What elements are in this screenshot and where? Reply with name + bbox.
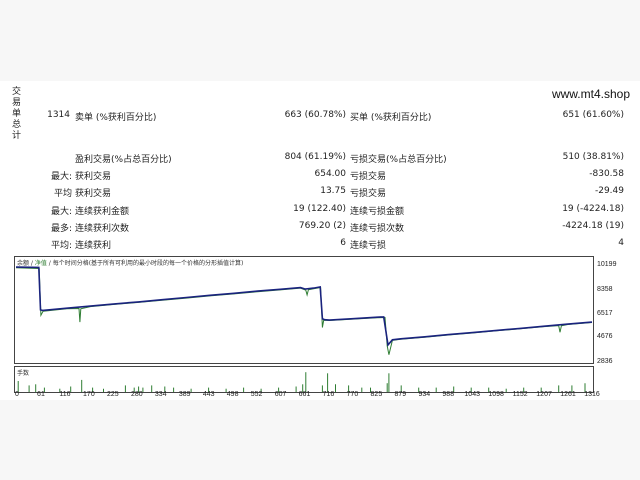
average-profit-label: 获利交易 bbox=[75, 189, 112, 199]
y-tick-label: 6517 bbox=[597, 310, 613, 317]
loss-trades-label: 亏损交易(%占总百分比) bbox=[350, 155, 447, 165]
equity-line bbox=[15, 267, 593, 355]
x-tick-label: 225 bbox=[106, 391, 119, 398]
x-tick-label: 498 bbox=[226, 391, 239, 398]
largest-loss-value: -830.58 bbox=[589, 169, 624, 179]
legend-equity: 净值 bbox=[34, 260, 47, 267]
max-consec-win-money-label: 连续获利金额 bbox=[75, 207, 130, 217]
vertical-title: 交易单总计 bbox=[12, 87, 22, 141]
x-tick-label: 825 bbox=[370, 391, 383, 398]
strategy-report: 交易单总计 www.mt4.shop 1314 卖单 (%获利百分比) 663 … bbox=[0, 81, 640, 400]
x-tick-label: 770 bbox=[346, 391, 359, 398]
largest-profit-label: 获利交易 bbox=[75, 172, 112, 182]
avg-consec-label: 平均: bbox=[50, 241, 72, 251]
maximum-label: 最大: bbox=[50, 207, 72, 217]
total-trades-value: 1314 bbox=[47, 110, 70, 120]
largest-label: 最大: bbox=[50, 172, 72, 182]
largest-loss-label: 亏损交易 bbox=[350, 172, 387, 182]
average-label: 平均 bbox=[53, 189, 72, 199]
loss-trades-value: 510 (38.81%) bbox=[562, 152, 624, 162]
average-loss-label: 亏损交易 bbox=[350, 189, 387, 199]
y-tick-label: 2836 bbox=[597, 358, 613, 365]
max-consec-win-count-label: 连续获利次数 bbox=[75, 224, 130, 234]
average-profit-value: 13.75 bbox=[320, 186, 346, 196]
x-tick-label: 0 bbox=[15, 391, 19, 398]
max-consec-loss-money-value: 19 (-4224.18) bbox=[562, 204, 624, 214]
max-consec-win-count-value: 769.20 (2) bbox=[298, 221, 346, 231]
x-tick-label: 716 bbox=[322, 391, 335, 398]
x-tick-label: 170 bbox=[83, 391, 95, 398]
x-tick-label: 1261 bbox=[560, 391, 576, 398]
y-tick-label: 8358 bbox=[597, 286, 613, 293]
avg-consec-loss-value: 4 bbox=[618, 238, 624, 248]
x-tick-label: 1207 bbox=[536, 391, 552, 398]
top-background bbox=[0, 0, 640, 81]
max-consec-loss-money-label: 连续亏损金额 bbox=[350, 207, 405, 217]
short-trades-label: 卖单 (%获利百分比) bbox=[75, 113, 157, 123]
x-tick-label: 661 bbox=[298, 391, 311, 398]
profit-trades-label: 盈利交易(%占总百分比) bbox=[75, 155, 172, 165]
x-tick-label: 1043 bbox=[464, 391, 480, 398]
x-tick-label: 879 bbox=[394, 391, 407, 398]
x-tick-label: 1098 bbox=[488, 391, 504, 398]
x-tick-label: 934 bbox=[418, 391, 431, 398]
volume-chart: 手数 bbox=[14, 366, 594, 393]
max-consec-loss-count-value: -4224.18 (19) bbox=[562, 221, 624, 231]
balance-chart: 余额 / 净值 / 每个时间分格(基于所有可利用的最小时段的每一个价格的分形插值… bbox=[14, 256, 594, 364]
x-tick-label: 280 bbox=[130, 391, 143, 398]
legend-description: 每个时间分格(基于所有可利用的最小时段的每一个价格的分形插值计算) bbox=[52, 260, 244, 267]
site-watermark: www.mt4.shop bbox=[551, 87, 630, 101]
avg-consec-loss-label: 连续亏损 bbox=[350, 241, 387, 251]
x-tick-label: 1152 bbox=[512, 391, 528, 398]
average-loss-value: -29.49 bbox=[594, 186, 624, 196]
x-tick-label: 607 bbox=[274, 391, 287, 398]
long-trades-value: 651 (61.60%) bbox=[562, 110, 624, 120]
avg-consec-win-value: 6 bbox=[340, 238, 346, 248]
y-tick-label: 4676 bbox=[597, 333, 613, 340]
balance-chart-plot bbox=[15, 266, 593, 355]
legend-balance: 余额 bbox=[17, 260, 30, 267]
bottom-background bbox=[0, 400, 640, 480]
volume-chart-plot bbox=[17, 372, 586, 392]
x-tick-label: 552 bbox=[250, 391, 263, 398]
x-tick-label: 334 bbox=[154, 391, 167, 398]
max-consec-loss-count-label: 连续亏损次数 bbox=[350, 224, 405, 234]
x-tick-label: 1316 bbox=[584, 391, 600, 398]
x-tick-label: 61 bbox=[37, 391, 45, 398]
maximal-label: 最多: bbox=[50, 224, 72, 234]
x-tick-label: 443 bbox=[202, 391, 215, 398]
profit-trades-value: 804 (61.19%) bbox=[284, 152, 346, 162]
max-consec-win-money-value: 19 (122.40) bbox=[293, 204, 346, 214]
x-tick-label: 988 bbox=[442, 391, 455, 398]
chart-legend: 余额 / 净值 / 每个时间分格(基于所有可利用的最小时段的每一个价格的分形插值… bbox=[17, 260, 244, 267]
largest-profit-value: 654.00 bbox=[314, 169, 347, 179]
avg-consec-win-label: 连续获利 bbox=[75, 241, 112, 251]
short-trades-value: 663 (60.78%) bbox=[284, 110, 346, 120]
volume-label: 手数 bbox=[17, 370, 30, 377]
x-tick-label: 389 bbox=[178, 391, 191, 398]
y-tick-label: 10199 bbox=[597, 261, 617, 268]
long-trades-label: 买单 (%获利百分比) bbox=[350, 113, 432, 123]
x-tick-label: 116 bbox=[59, 391, 71, 398]
